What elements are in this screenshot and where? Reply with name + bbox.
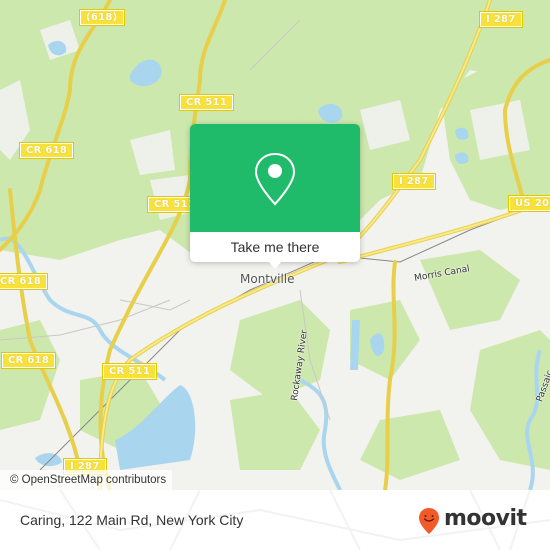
popup-pointer xyxy=(268,261,282,269)
footer: Caring, 122 Main Rd, New York City moovi… xyxy=(0,490,550,550)
moovit-wordmark: moovit xyxy=(444,506,527,531)
popup-header xyxy=(190,124,360,232)
road-shield: I 287 xyxy=(392,173,436,190)
place-label-montville: Montville xyxy=(240,272,295,286)
take-me-there-button[interactable]: Take me there xyxy=(190,232,360,262)
map[interactable]: (618) CR 511 CR 618 CR 511 CR 618 CR 618… xyxy=(0,0,550,490)
moovit-smiley-pin-icon xyxy=(419,508,439,534)
road-shield: (618) xyxy=(79,9,125,26)
address-text: Caring, 122 Main Rd, New York City xyxy=(20,512,244,528)
location-popup: Take me there xyxy=(190,124,360,269)
road-shield: CR 618 xyxy=(0,273,49,290)
location-pin-icon xyxy=(254,152,296,206)
map-attribution[interactable]: © OpenStreetMap contributors xyxy=(0,470,173,490)
road-shield: CR 618 xyxy=(0,352,57,369)
road-shield: CR 511 xyxy=(178,94,235,111)
road-shield: I 287 xyxy=(479,11,523,28)
road-shield: CR 511 xyxy=(101,363,158,380)
road-shield: CR 618 xyxy=(18,142,75,159)
road-shield: US 202 xyxy=(507,195,550,212)
